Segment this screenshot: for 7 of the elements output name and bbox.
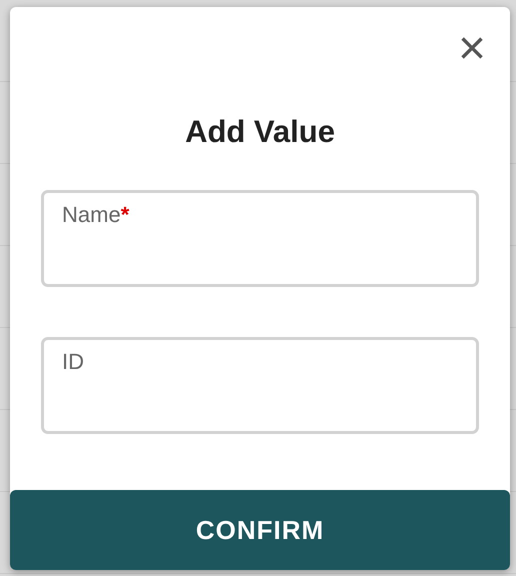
close-button[interactable]: × [458,29,486,69]
dialog-title: Add Value [184,113,336,151]
input-field[interactable]: ID [41,336,479,434]
field-label: ID [62,348,84,374]
input-field[interactable]: Name* [41,190,479,286]
field-label: Name* [62,202,130,226]
confirm-button[interactable]: CONFIRM [10,490,510,570]
